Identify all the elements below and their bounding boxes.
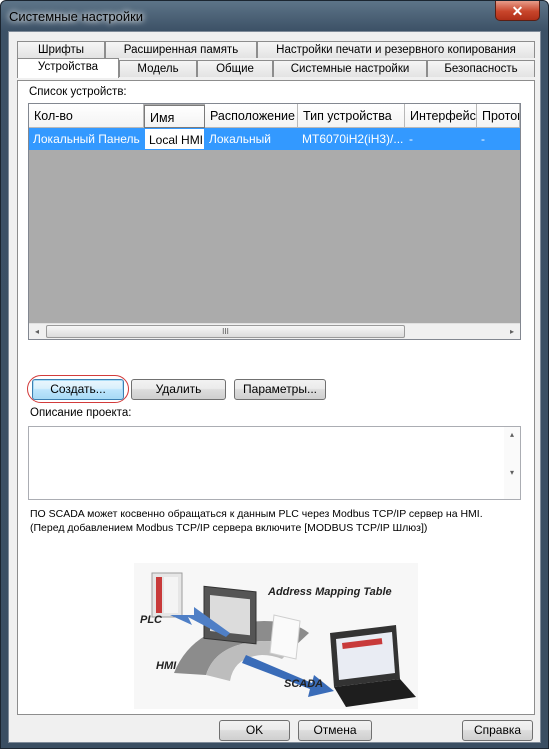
tab-strip: Шрифты Расширенная память Настройки печа… [17,41,535,81]
tab-extended-memory[interactable]: Расширенная память [105,41,257,58]
dialog-client: Шрифты Расширенная память Настройки печа… [8,31,541,743]
dialog-window: Системные настройки ✕ Шрифты Расширенная… [0,0,549,749]
cell-location[interactable]: Локальный [205,128,298,150]
project-description-label: Описание проекта: [30,407,132,419]
tab-print-backup[interactable]: Настройки печати и резервного копировани… [257,41,535,58]
ok-button[interactable]: OK [219,720,290,741]
tab-system-settings[interactable]: Системные настройки [273,60,427,77]
tab-general[interactable]: Общие [197,60,273,77]
window-title: Системные настройки [9,9,144,24]
column-header-interface[interactable]: Интерфейс [405,104,477,128]
horizontal-scrollbar[interactable]: ◂ III ▸ [29,323,520,339]
diagram-label-scada: SCADA [284,678,323,690]
delete-button[interactable]: Удалить [131,379,226,400]
tab-model[interactable]: Модель [119,60,197,77]
project-description-field[interactable]: ▴ ▾ [28,426,521,500]
scada-info-text: ПО SCADA может косвенно обращаться к дан… [30,507,520,535]
cell-type[interactable]: MT6070iH2(iH3)/... [298,128,405,150]
cell-name[interactable]: Local HMI [144,128,205,150]
column-header-type[interactable]: Тип устройства [298,104,405,128]
device-list-label: Список устройств: [29,86,127,98]
parameters-button[interactable]: Параметры... [234,379,326,400]
tab-devices[interactable]: Устройства [17,58,119,78]
scroll-thumb[interactable]: III [46,325,405,338]
scroll-up-icon[interactable]: ▴ [504,427,520,443]
cancel-button[interactable]: Отмена [298,720,372,741]
diagram-label-hmi: HMI [156,660,177,672]
diagram-title: Address Mapping Table [267,586,392,598]
column-header-location[interactable]: Расположение [205,104,298,128]
column-header-count[interactable]: Кол-во [29,104,144,128]
scroll-right-icon[interactable]: ▸ [504,324,520,339]
close-icon: ✕ [511,3,524,19]
vertical-scrollbar[interactable]: ▴ ▾ [504,427,520,499]
info-line-1: ПО SCADA может косвенно обращаться к дан… [30,508,483,520]
column-header-protocol[interactable]: Протон [477,104,520,128]
close-button[interactable]: ✕ [495,1,540,21]
create-button[interactable]: Создать... [32,379,124,400]
diagram-label-plc: PLC [140,614,163,626]
title-bar[interactable]: Системные настройки ✕ [1,1,548,31]
scroll-down-icon[interactable]: ▾ [504,465,520,481]
address-mapping-diagram: Address Mapping Table PLC HMI SCADA [134,563,418,709]
cell-interface[interactable]: - [405,128,477,150]
diagram-illustration: Address Mapping Table PLC HMI SCADA [140,572,416,707]
tab-fonts[interactable]: Шрифты [17,41,105,58]
arrow-hmi-scada [242,655,334,697]
scroll-left-icon[interactable]: ◂ [29,324,45,339]
cell-protocol[interactable]: - [477,128,520,150]
cell-count[interactable]: Локальный Панель [29,128,144,150]
tab-security[interactable]: Безопасность [427,60,535,77]
device-list[interactable]: Кол-во Имя Расположение Тип устройства И… [28,103,521,340]
info-line-2: (Перед добавлением Modbus TCP/IP сервера… [30,522,428,534]
dialog-footer: OK Отмена Справка [9,715,540,742]
help-button[interactable]: Справка [462,720,533,741]
devices-panel: Список устройств: Кол-во Имя Расположени… [17,80,535,715]
column-header-name[interactable]: Имя [144,105,205,128]
